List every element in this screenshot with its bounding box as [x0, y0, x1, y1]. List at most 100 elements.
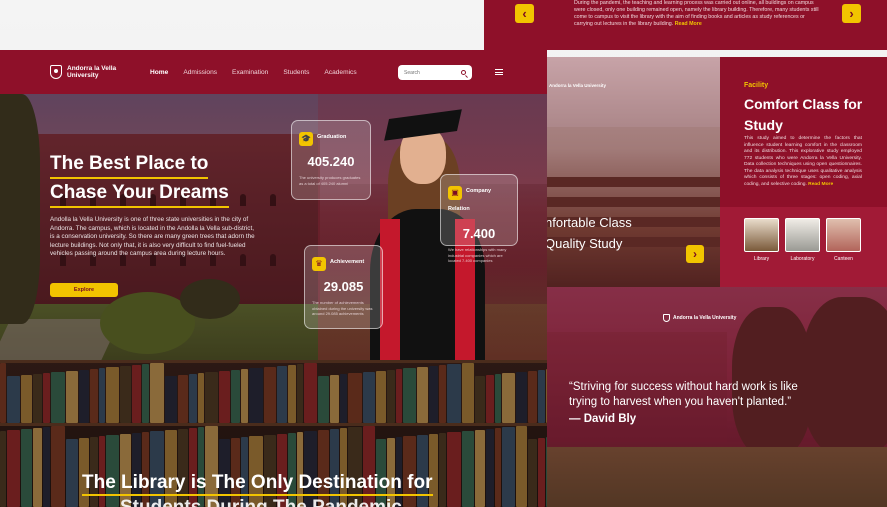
design-showcase: ‹ During the pandemi, the teaching and l… [0, 0, 887, 507]
book-spine [447, 432, 461, 507]
explore-button[interactable]: Explore [50, 283, 118, 297]
stat-text: The number of achievements obtained duri… [312, 300, 373, 316]
read-more-link[interactable]: Read More [808, 182, 833, 187]
quote-logo: Andorra la Vella University [663, 314, 736, 322]
book-spine [7, 430, 20, 507]
classroom-caption: nfortable Class Quality Study [547, 212, 632, 254]
hero-title-line2: Chase Your Dreams [50, 179, 229, 208]
library-section: The Library is The Only Destination for … [0, 360, 547, 507]
book-spine [198, 373, 204, 423]
brand-logo[interactable]: Andorra la Vella University [50, 65, 142, 79]
quote-author: — David Bly [569, 413, 637, 425]
book-spine [189, 374, 197, 423]
thumb-library[interactable] [744, 218, 779, 252]
book-spine [66, 439, 78, 507]
stat-value: 29.085 [323, 279, 364, 294]
book-spine [90, 369, 98, 423]
library-paragraph: During the pandemi, the teaching and lea… [574, 0, 819, 27]
hero-description: Andolla la Vella University is one of th… [50, 216, 255, 258]
library-title: The Library is The Only Destination for [82, 472, 433, 496]
university-crest-icon [663, 314, 670, 322]
book-spine [538, 438, 545, 507]
book-spine [33, 428, 42, 507]
stat-value: 7.400 [462, 226, 496, 241]
book-spine [502, 373, 515, 423]
homepage-mockup: Andorra la Vella University Home Admissi… [0, 50, 547, 507]
book-spine [396, 369, 402, 423]
book-spine [538, 370, 545, 423]
book-spine [528, 439, 537, 507]
book-spine [439, 365, 446, 423]
book-spine [439, 433, 446, 507]
book-spine [363, 372, 375, 423]
book-spine [429, 434, 438, 507]
book-spine [178, 375, 188, 423]
book-spine [0, 363, 6, 423]
hero-section: The Best Place to Chase Your Dreams Ando… [0, 94, 547, 360]
image-logo: Andorra la Vella University [549, 83, 607, 88]
facility-title: Comfort Class for Study [744, 96, 863, 133]
book-spine [33, 374, 42, 423]
thumb-label: Library [753, 256, 770, 262]
book-spine [106, 435, 119, 507]
read-more-link[interactable]: Read More [675, 21, 702, 27]
stat-card-achievement: ♛ Achievement 29.085 The number of achiev… [304, 245, 383, 329]
book-spine [165, 376, 177, 423]
book-spine [304, 363, 317, 423]
search-input[interactable] [404, 69, 454, 76]
book-spine [516, 426, 527, 507]
next-arrow-button[interactable]: › [842, 4, 861, 23]
stat-value: 405.240 [307, 154, 355, 169]
prev-arrow-button[interactable]: ‹ [515, 4, 534, 23]
library-text-section: ‹ During the pandemi, the teaching and l… [484, 0, 887, 50]
nav-item-students[interactable]: Students [283, 69, 309, 76]
book-spine [66, 371, 78, 423]
next-arrow-button[interactable]: › [686, 245, 704, 263]
book-spine [528, 371, 537, 423]
facility-panel: Facility Comfort Class for Study This st… [720, 57, 887, 287]
book-spine [516, 372, 527, 423]
book-spine [403, 368, 416, 423]
book-spine [99, 368, 105, 423]
caption-line1: nfortable Class [547, 215, 632, 230]
book-spine [462, 363, 474, 423]
book-spine [142, 364, 149, 423]
book-spine [417, 435, 428, 507]
thumb-laboratory[interactable] [785, 218, 820, 252]
book-spine [0, 431, 6, 507]
book-spine [486, 375, 494, 423]
book-spine [205, 372, 218, 423]
hero-title-line1: The Best Place to [50, 150, 209, 179]
book-spine [241, 369, 248, 423]
book-spine [79, 370, 89, 423]
nav-item-home[interactable]: Home [150, 69, 168, 76]
book-spine [120, 366, 131, 423]
caption-line2: Quality Study [547, 236, 623, 251]
stat-text: The university produces graduates as a t… [299, 175, 361, 186]
book-spine [340, 374, 347, 423]
book-spine [7, 376, 20, 423]
nav-item-academics[interactable]: Academics [324, 69, 356, 76]
book-spine [51, 372, 65, 423]
book-spine [330, 375, 339, 423]
book-spine [475, 376, 485, 423]
book-spine [231, 370, 240, 423]
book-spine [475, 430, 485, 507]
quote-section: Andorra la Vella University “Striving fo… [547, 287, 887, 507]
stat-text: We have relationships with many industri… [448, 247, 507, 263]
hamburger-menu-icon[interactable] [495, 69, 503, 75]
quote-text: “Striving for success without hard work … [569, 381, 798, 408]
search-box [398, 65, 472, 80]
classroom-image: Andorra la Vella University nfortable Cl… [547, 57, 720, 287]
thumb-label: Laboratory [790, 256, 815, 262]
search-icon[interactable] [461, 70, 466, 75]
book-spine [219, 371, 230, 423]
thumb-canteen[interactable] [826, 218, 861, 252]
book-spine [249, 368, 263, 423]
library-title-line2: Students During The Pandemic [120, 497, 402, 507]
book-spine [277, 366, 287, 423]
graduate-stole [380, 219, 400, 360]
book-spine [495, 374, 501, 423]
nav-item-admissions[interactable]: Admissions [183, 69, 217, 76]
nav-item-examination[interactable]: Examination [232, 69, 268, 76]
